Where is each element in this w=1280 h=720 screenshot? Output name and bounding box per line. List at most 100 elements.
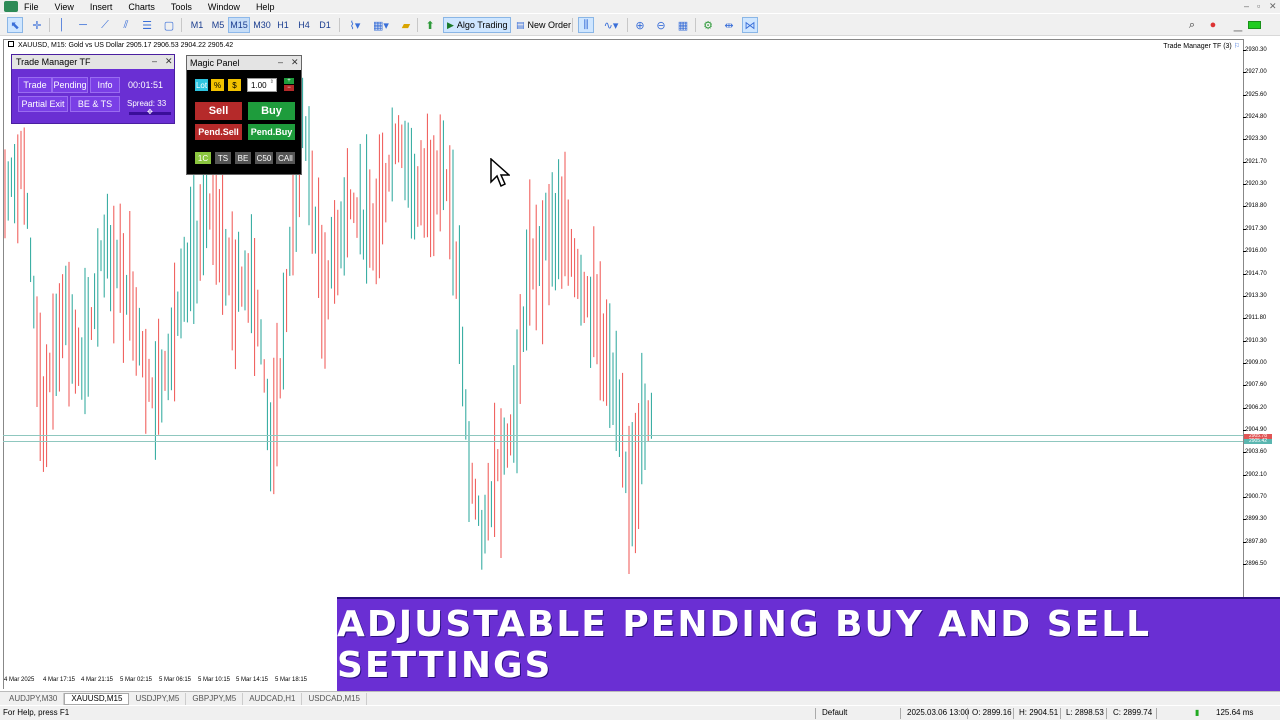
- timeframe-h4[interactable]: H4: [294, 17, 314, 33]
- usd-mode-button[interactable]: $: [228, 79, 241, 91]
- search-icon[interactable]: ⌕: [1184, 17, 1200, 33]
- grid-icon[interactable]: ▦: [675, 17, 691, 33]
- price-tick-label: 2906.20: [1245, 405, 1267, 411]
- lot-value: 1.00: [251, 80, 267, 90]
- algo-icon[interactable]: ⬆: [422, 17, 438, 33]
- zoom-out-icon[interactable]: ⊖: [653, 17, 669, 33]
- breakeven-button[interactable]: BE: [235, 152, 251, 164]
- indicators-icon[interactable]: ▦▾: [370, 17, 392, 33]
- sell-button[interactable]: Sell: [195, 102, 242, 120]
- buy-button[interactable]: Buy: [248, 102, 295, 120]
- trend-line-icon[interactable]: ⟋: [97, 17, 113, 33]
- time-tick-label: 4 Mar 17:15: [43, 677, 76, 683]
- timeframe-m30[interactable]: M30: [251, 17, 273, 33]
- minimize-icon[interactable]: –: [152, 56, 157, 66]
- profile-name[interactable]: Default: [822, 708, 847, 717]
- connection-bars-icon: ▮: [1195, 708, 1200, 717]
- close-half-button[interactable]: C50: [255, 152, 273, 164]
- time-tick-label: 5 Mar 18:15: [275, 677, 308, 683]
- vertical-line-icon[interactable]: │: [54, 17, 70, 33]
- timer-text: 00:01:51: [128, 80, 164, 90]
- increase-lot-button[interactable]: +: [284, 78, 294, 84]
- crosshair-icon[interactable]: ✛: [29, 17, 45, 33]
- decrease-lot-button[interactable]: −: [284, 85, 294, 91]
- be-ts-button[interactable]: BE & TS: [70, 96, 120, 112]
- menu-charts[interactable]: Charts: [128, 2, 155, 12]
- status-open: O: 2899.16: [972, 708, 1012, 717]
- notifications-icon[interactable]: ●: [1205, 17, 1221, 33]
- algo-trading-button[interactable]: ▶ Algo Trading: [443, 17, 512, 33]
- symbol-info: XAUUSD, M15: Gold vs US Dollar 2905.17 2…: [8, 41, 233, 49]
- autoscroll-icon[interactable]: ⋈: [742, 17, 758, 33]
- folder-icon[interactable]: ▰: [398, 17, 414, 33]
- lot-mode-button[interactable]: Lot: [195, 79, 208, 91]
- pending-buy-button[interactable]: Pend.Buy: [248, 124, 295, 140]
- timeframe-h1[interactable]: H1: [273, 17, 293, 33]
- tab-audcad-h1[interactable]: AUDCAD,H1: [243, 692, 303, 705]
- restore-icon[interactable]: ▫: [1257, 1, 1260, 11]
- minimize-icon[interactable]: –: [1244, 1, 1249, 11]
- signals-icon[interactable]: ∿▾: [599, 17, 623, 33]
- settings-icon[interactable]: ⚙: [700, 17, 716, 33]
- timeframe-m1[interactable]: M1: [187, 17, 207, 33]
- close-all-button[interactable]: CAll: [276, 152, 295, 164]
- app-logo-icon: [4, 1, 18, 12]
- new-order-button[interactable]: ▤ New Order: [513, 17, 574, 33]
- tab-audjpy-m30[interactable]: AUDJPY,M30: [3, 692, 65, 705]
- minimize-icon[interactable]: –: [278, 57, 283, 67]
- new-order-icon: ▤: [516, 19, 525, 30]
- channel-icon[interactable]: ⫽: [118, 17, 134, 33]
- expert-icon: ⚐: [1233, 43, 1240, 50]
- menu-file[interactable]: File: [24, 2, 39, 12]
- tab-usdcad-m15[interactable]: USDCAD,M15: [302, 692, 368, 705]
- magic-panel-header[interactable]: Magic Panel – ✕: [187, 56, 301, 70]
- pending-tab-button[interactable]: Pending: [52, 77, 88, 93]
- spinner-icon[interactable]: ⇕: [270, 79, 274, 85]
- close-icon[interactable]: ✕: [1269, 1, 1277, 12]
- pending-sell-button[interactable]: Pend.Sell: [195, 124, 242, 140]
- timeframe-m5[interactable]: M5: [208, 17, 228, 33]
- close-one-button[interactable]: 1C: [195, 152, 211, 164]
- trade-manager-header[interactable]: Trade Manager TF – ✕: [12, 55, 174, 69]
- tab-xauusd-m15[interactable]: XAUUSD,M15: [64, 692, 130, 705]
- close-icon[interactable]: ✕: [165, 56, 173, 67]
- menu-insert[interactable]: Insert: [90, 2, 113, 12]
- price-tick-label: 2927.00: [1245, 69, 1267, 75]
- menu-view[interactable]: View: [55, 2, 74, 12]
- close-icon[interactable]: ✕: [291, 57, 299, 68]
- menu-window[interactable]: Window: [208, 2, 240, 12]
- fibonacci-icon[interactable]: ☰: [139, 17, 155, 33]
- time-tick-label: 4 Mar 21:15: [81, 677, 114, 683]
- signal-bars-icon: ▁: [1233, 19, 1243, 32]
- lot-input[interactable]: 1.00 ⇕: [247, 78, 277, 92]
- price-tick-label: 2930.30: [1245, 47, 1267, 53]
- menu-help[interactable]: Help: [256, 2, 275, 12]
- price-tick-label: 2900.70: [1245, 494, 1267, 500]
- tab-gbpjpy-m5[interactable]: GBPJPY,M5: [186, 692, 244, 705]
- tab-usdjpy-m5[interactable]: USDJPY,M5: [129, 692, 187, 705]
- zoom-in-icon[interactable]: ⊕: [632, 17, 648, 33]
- expand-handle[interactable]: ✥: [129, 109, 171, 116]
- depth-of-market-icon[interactable]: ⫼: [578, 17, 594, 33]
- price-tick-label: 2896.50: [1245, 561, 1267, 567]
- price-tick-label: 2914.70: [1245, 271, 1267, 277]
- time-tick-label: 5 Mar 02:15: [120, 677, 153, 683]
- price-tick-label: 2910.30: [1245, 338, 1267, 344]
- menu-tools[interactable]: Tools: [171, 2, 192, 12]
- trailing-stop-button[interactable]: TS: [215, 152, 231, 164]
- expert-label: Trade Manager TF (3) ⚐: [1163, 42, 1240, 50]
- status-high: H: 2904.51: [1019, 708, 1059, 717]
- timeframe-m15[interactable]: M15: [228, 17, 250, 33]
- cursor-tool-icon[interactable]: ⬉: [7, 17, 23, 33]
- shapes-icon[interactable]: ▢: [161, 17, 177, 33]
- price-tick-label: 2920.30: [1245, 181, 1267, 187]
- scroll-icon[interactable]: ⇹: [721, 17, 737, 33]
- chart-type-icon[interactable]: ⌇▾: [344, 17, 366, 33]
- partial-exit-button[interactable]: Partial Exit: [18, 96, 68, 112]
- trade-tab-button[interactable]: Trade: [18, 77, 52, 93]
- horizontal-line-icon[interactable]: ─: [75, 17, 91, 33]
- timeframe-d1[interactable]: D1: [315, 17, 335, 33]
- info-tab-button[interactable]: Info: [90, 77, 120, 93]
- percent-mode-button[interactable]: %: [211, 79, 224, 91]
- price-tick-label: 2916.00: [1245, 248, 1267, 254]
